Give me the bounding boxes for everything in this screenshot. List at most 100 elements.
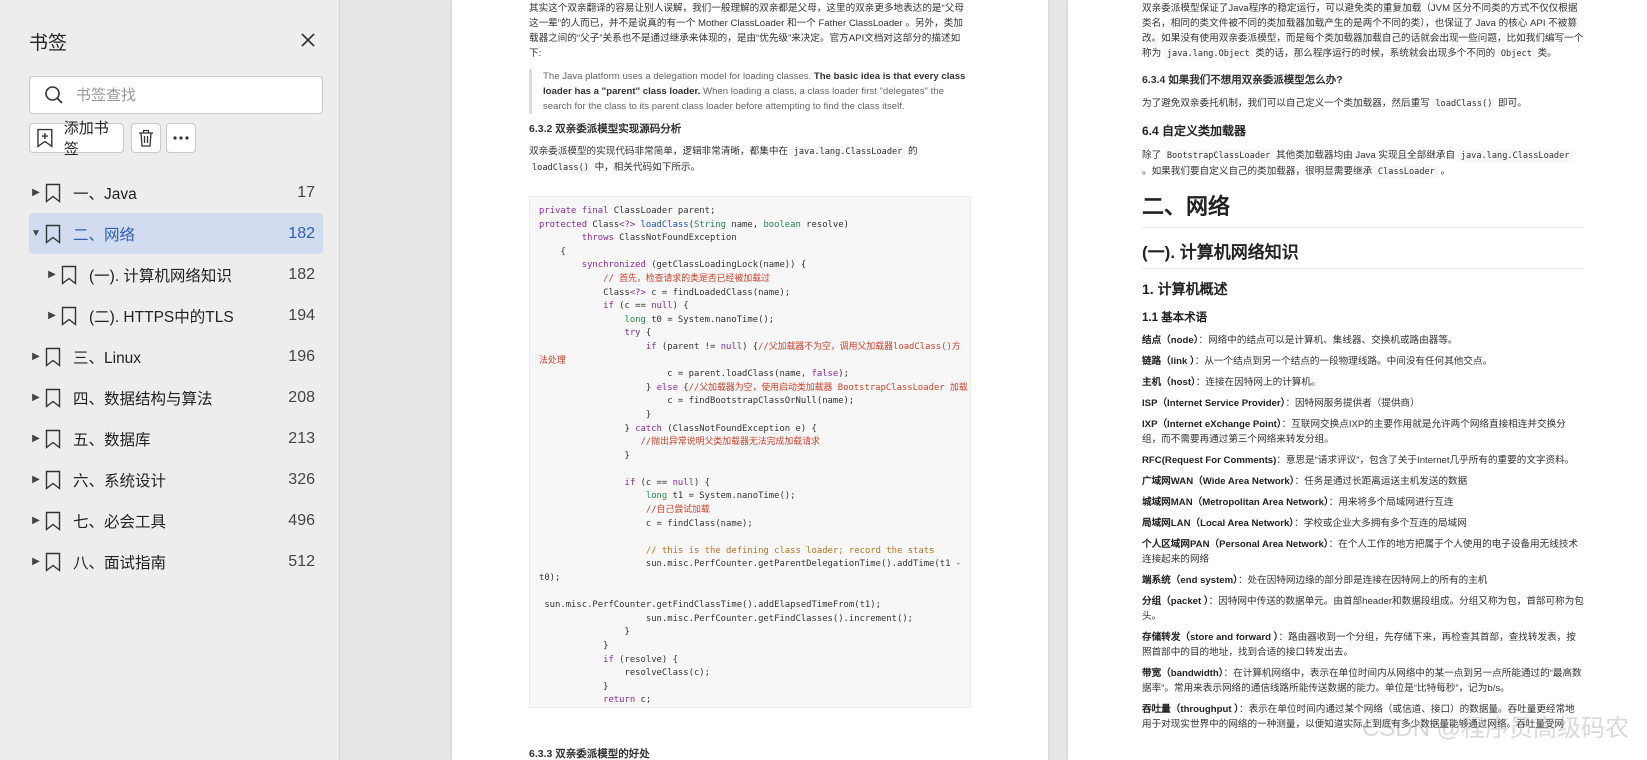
- pdf-page-right: 双亲委派模型保证了Java程序的稳定运行，可以避免类的重复加载（JVM 区分不同…: [1068, 0, 1647, 760]
- expand-arrow-icon[interactable]: ▶: [45, 269, 59, 280]
- term-desc: ：从一个结点到另一个结点的一段物理线路。中间没有任何其他交点。: [1194, 356, 1493, 367]
- bookmark-label: 二、网络: [73, 226, 136, 244]
- bookmark-page-number: 512: [288, 552, 315, 570]
- expand-arrow-icon[interactable]: ▶: [29, 187, 43, 198]
- add-bookmark-label: 添加书签: [63, 120, 109, 158]
- term-desc: ：网络中的结点可以是计算机、集线器、交换机或路由器等。: [1198, 335, 1458, 346]
- bookmark-label: 三、Linux: [73, 349, 142, 367]
- term-definition: RFC(Request For Comments)：意思是“请求评议”，包含了关…: [1142, 453, 1584, 468]
- text: 。: [1440, 166, 1451, 177]
- term-definition: 带宽（bandwidth）：在计算机网络中，表示在单位时间内从网络中的某一点到另…: [1142, 666, 1584, 696]
- term-desc: ：因特网服务提供者（提供商）: [1285, 398, 1420, 409]
- bookmark-item-algorithms[interactable]: ▶ 四、数据结构与算法 208: [29, 377, 323, 418]
- term-name: 分组（packet ）: [1142, 596, 1209, 607]
- term-desc: ：因特网中传送的数据单元。由首部header和数据段组成。分组又称为包，首部可称…: [1142, 596, 1584, 622]
- bookmark-icon: [45, 429, 61, 449]
- term-definition: ISP（Internet Service Provider）：因特网服务提供者（…: [1142, 396, 1584, 411]
- text: 其他类加载器均由 Java 实现且全部继承自: [1276, 150, 1456, 161]
- bookmark-search-input[interactable]: [76, 86, 296, 104]
- inline-code: java.lang.ClassLoader: [1457, 150, 1573, 162]
- close-sidebar-button[interactable]: [298, 30, 318, 50]
- bookmark-label: 七、必会工具: [73, 513, 167, 531]
- bookmark-tree: ▶ 一、Java 17 ▼ 二、网络 182 ▶ (一). 计算机网络知识 18…: [29, 172, 323, 582]
- collapse-arrow-icon[interactable]: ▼: [29, 228, 43, 239]
- expand-arrow-icon[interactable]: ▶: [29, 515, 43, 526]
- add-bookmark-icon: [37, 128, 53, 148]
- bookmark-icon: [45, 552, 61, 572]
- section-heading-h3: 1. 计算机概述: [1142, 281, 1228, 297]
- bookmark-label: (二). HTTPS中的TLS: [89, 308, 234, 326]
- term-desc: ：连接在因特网上的计算机。: [1195, 377, 1321, 388]
- inline-code: java.lang.ClassLoader: [790, 146, 906, 158]
- bookmark-icon: [45, 347, 61, 367]
- term-definition: 链路（link ）：从一个结点到另一个结点的一段物理线路。中间没有任何其他交点。: [1142, 354, 1584, 369]
- term-name: ISP（Internet Service Provider）: [1142, 398, 1286, 409]
- section-heading: 6.3.4 如果我们不想用双亲委派模型怎么办?: [1142, 74, 1343, 86]
- bookmark-page-number: 17: [297, 183, 315, 201]
- sidebar-title: 书签: [29, 33, 68, 54]
- expand-arrow-icon[interactable]: ▶: [29, 556, 43, 567]
- bookmark-search-box[interactable]: [29, 76, 323, 114]
- term-desc: ：学校或企业大多拥有多个互连的局域网: [1294, 518, 1467, 529]
- bookmark-icon: [45, 388, 61, 408]
- paragraph-override: 为了避免双亲委托机制，我们可以自己定义一个类加载器，然后重写 loadClass…: [1142, 96, 1584, 112]
- bookmark-item-system-design[interactable]: ▶ 六、系统设计 326: [29, 459, 323, 500]
- search-icon: [45, 86, 63, 104]
- term-definition: 端系统（end system）：处在因特网边缘的部分即是连接在因特网上的所有的主…: [1142, 573, 1584, 588]
- bookmark-item-interview[interactable]: ▶ 八、面试指南 512: [29, 541, 323, 582]
- bookmark-icon: [45, 183, 61, 203]
- bookmark-item-database[interactable]: ▶ 五、数据库 213: [29, 418, 323, 459]
- bookmark-icon: [61, 306, 77, 326]
- bookmark-label: 一、Java: [73, 185, 137, 203]
- section-heading: 6.3.2 双亲委派模型实现源码分析: [529, 123, 682, 135]
- bookmark-icon: [45, 511, 61, 531]
- section-heading-h4: 1.1 基本术语: [1142, 312, 1208, 324]
- expand-arrow-icon[interactable]: ▶: [29, 474, 43, 485]
- bookmark-item-network[interactable]: ▼ 二、网络 182: [29, 213, 323, 254]
- paragraph-custom-loader: 除了 BootstrapClassLoader 其他类加载器均由 Java 实现…: [1142, 148, 1584, 180]
- chapter-heading: 二、网络: [1142, 189, 1584, 228]
- term-definition: IXP（Internet eXchange Point）：互联网交换点IXP的主…: [1142, 417, 1584, 447]
- expand-arrow-icon[interactable]: ▶: [45, 310, 59, 321]
- bookmark-page-number: 496: [288, 511, 315, 529]
- term-name: 个人区域网PAN（Personal Area Network）: [1142, 539, 1329, 550]
- delete-bookmark-button[interactable]: [131, 123, 161, 153]
- add-bookmark-button[interactable]: 添加书签: [29, 120, 124, 158]
- expand-arrow-icon[interactable]: ▶: [29, 351, 43, 362]
- bookmark-item-tools[interactable]: ▶ 七、必会工具 496: [29, 500, 323, 541]
- section-heading: 6.4 自定义类加载器: [1142, 124, 1247, 138]
- term-definition: 主机（host）：连接在因特网上的计算机。: [1142, 375, 1584, 390]
- text: 类。: [1537, 48, 1557, 59]
- pdf-page-left: 其实这个双亲翻译的容易让别人误解，我们一般理解的双亲都是父母，这里的双亲更多地表…: [452, 0, 1048, 760]
- expand-arrow-icon[interactable]: ▶: [29, 392, 43, 403]
- bookmark-label: 六、系统设计: [73, 472, 167, 490]
- bookmark-page-number: 194: [288, 306, 315, 324]
- bookmark-page-number: 182: [288, 224, 315, 242]
- inline-code: loadClass(): [1432, 98, 1496, 110]
- term-desc: ：处在因特网边缘的部分即是连接在因特网上的所有的主机: [1237, 575, 1488, 586]
- trash-icon: [139, 129, 153, 147]
- section-heading-benefits: 6.3.3 双亲委派模型的好处: [529, 748, 650, 760]
- expand-arrow-icon[interactable]: ▶: [29, 433, 43, 444]
- bookmark-icon: [61, 265, 77, 285]
- bookmark-item-https-tls[interactable]: ▶ (二). HTTPS中的TLS 194: [29, 295, 323, 336]
- bookmark-item-java[interactable]: ▶ 一、Java 17: [29, 172, 323, 213]
- bookmark-label: 八、面试指南: [73, 554, 167, 572]
- term-definition: 个人区域网PAN（Personal Area Network）：在个人工作的地方…: [1142, 537, 1584, 567]
- text: 的: [908, 146, 918, 157]
- more-options-button[interactable]: [166, 123, 196, 153]
- bookmark-page-number: 182: [288, 265, 315, 283]
- text: 中，相关代码如下所示。: [594, 162, 701, 173]
- bookmark-item-linux[interactable]: ▶ 三、Linux 196: [29, 336, 323, 377]
- paragraph-source-intro: 双亲委派模型的实现代码非常简单，逻辑非常清晰，都集中在 java.lang.Cl…: [529, 144, 971, 176]
- text: 双亲委派模型的实现代码非常简单，逻辑非常清晰，都集中在: [529, 146, 789, 157]
- bookmarks-sidebar: 书签 添加书签 ▶ 一、Java 17 ▼ 二、网络 182 ▶ (一).: [0, 0, 340, 760]
- term-name: 存储转发（store and forward ）: [1142, 632, 1279, 643]
- term-name: 主机（host）: [1142, 377, 1196, 388]
- bookmark-page-number: 196: [288, 347, 315, 365]
- bookmark-item-network-knowledge[interactable]: ▶ (一). 计算机网络知识 182: [29, 254, 323, 295]
- term-name: IXP（Internet eXchange Point）: [1142, 419, 1282, 430]
- api-doc-quote: The Java platform uses a delegation mode…: [529, 69, 971, 114]
- term-desc: ：任务是通过长距离运送主机发送的数据: [1294, 476, 1468, 487]
- term-definition: 分组（packet ）：因特网中传送的数据单元。由首部header和数据段组成。…: [1142, 594, 1584, 624]
